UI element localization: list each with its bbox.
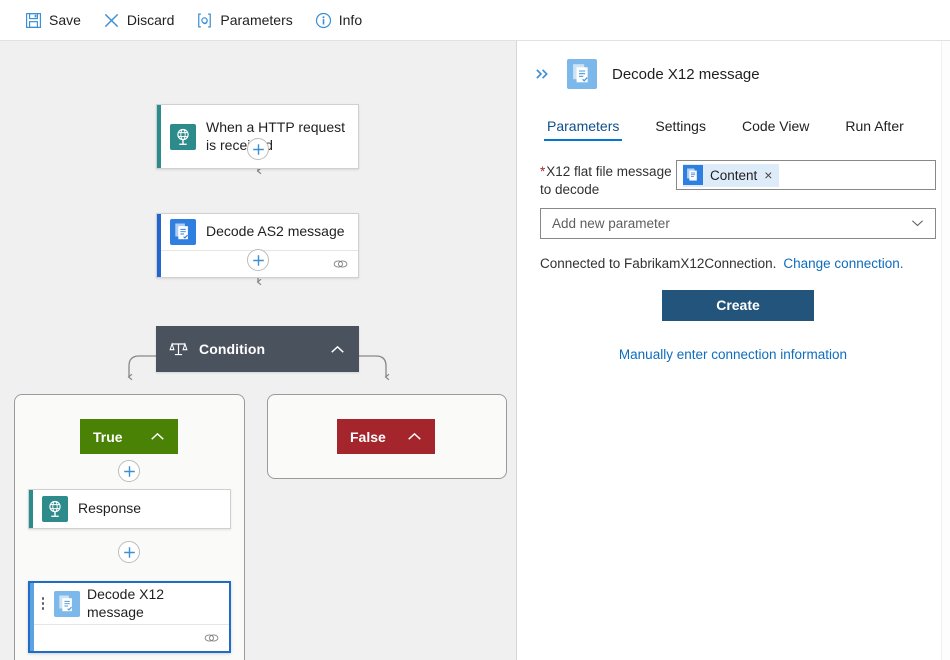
- x12-message-input[interactable]: Content ×: [676, 160, 936, 190]
- branch-label-false[interactable]: False: [337, 419, 435, 454]
- plus-icon: [123, 465, 136, 478]
- connection-status: Connected to FabrikamX12Connection. Chang…: [540, 256, 936, 271]
- add-step-button[interactable]: [118, 460, 140, 482]
- info-label: Info: [339, 12, 362, 28]
- node-header-row: Response: [33, 490, 230, 528]
- required-marker: *: [540, 164, 545, 179]
- content-token-remove-icon[interactable]: ×: [764, 168, 772, 182]
- branch-label-true[interactable]: True: [80, 419, 178, 454]
- toolbar: Save Discard Parameters Info: [0, 0, 950, 41]
- create-button-wrapper: Create: [540, 290, 936, 321]
- tab-run-after[interactable]: Run After: [842, 118, 906, 141]
- panel-title: Decode X12 message: [612, 66, 760, 83]
- logic-app-designer: Save Discard Parameters Info: [0, 0, 950, 660]
- manual-connection-link[interactable]: Manually enter connection information: [540, 347, 936, 362]
- connection-link-icon: [333, 258, 348, 270]
- add-step-button[interactable]: [118, 541, 140, 563]
- connection-link-icon: [204, 632, 219, 644]
- chevron-up-icon[interactable]: [150, 432, 165, 441]
- condition-title: Condition: [199, 341, 330, 357]
- tab-code-view[interactable]: Code View: [739, 118, 812, 141]
- response-icon: [42, 496, 68, 522]
- plus-icon: [123, 546, 136, 559]
- field-label-text: X12 flat file message to decode: [540, 164, 672, 197]
- branch-false-text: False: [350, 429, 391, 445]
- create-button[interactable]: Create: [662, 290, 814, 321]
- parameters-icon: [196, 12, 213, 29]
- node-title: Decode AS2 message: [206, 223, 345, 241]
- save-button[interactable]: Save: [14, 5, 92, 35]
- node-response[interactable]: Response: [28, 489, 231, 529]
- panel-header: Decode X12 message: [518, 41, 950, 89]
- node-title: Response: [78, 500, 141, 518]
- info-button[interactable]: Info: [304, 5, 373, 35]
- decode-x12-icon: [567, 59, 597, 89]
- collapse-panel-button[interactable]: [531, 63, 553, 85]
- condition-scale-icon: [169, 340, 188, 359]
- discard-button[interactable]: Discard: [92, 5, 185, 35]
- tab-parameters[interactable]: Parameters: [544, 118, 622, 141]
- chevron-up-icon[interactable]: [407, 432, 422, 441]
- node-header-row: Decode X12 message: [34, 583, 229, 624]
- add-new-parameter-dropdown[interactable]: Add new parameter: [540, 208, 936, 239]
- node-decode-x12-message[interactable]: Decode X12 message: [28, 581, 231, 653]
- plus-icon: [252, 143, 265, 156]
- node-overflow-menu-icon[interactable]: [40, 597, 46, 610]
- node-condition[interactable]: Condition: [156, 326, 359, 372]
- content-token-label: Content: [710, 168, 757, 183]
- parameters-label: Parameters: [220, 12, 292, 28]
- chevron-down-icon: [911, 219, 924, 227]
- plus-icon: [252, 254, 265, 267]
- decode-x12-icon: [54, 591, 80, 617]
- node-title: Decode X12 message: [87, 586, 219, 622]
- change-connection-link[interactable]: Change connection.: [783, 256, 903, 271]
- add-step-button[interactable]: [247, 249, 269, 271]
- parameters-button[interactable]: Parameters: [185, 5, 303, 35]
- x12-message-field-label: *X12 flat file message to decode: [540, 160, 676, 199]
- add-new-parameter-label: Add new parameter: [552, 216, 911, 231]
- branch-true-text: True: [93, 429, 134, 445]
- node-header-row: Decode AS2 message: [161, 214, 358, 250]
- panel-tabs: Parameters Settings Code View Run After …: [544, 111, 950, 141]
- connection-status-text: Connected to FabrikamX12Connection.: [540, 256, 776, 271]
- x12-message-field-row: *X12 flat file message to decode Content…: [540, 160, 936, 199]
- details-panel: Decode X12 message Parameters Settings C…: [518, 41, 950, 660]
- chevron-up-icon[interactable]: [330, 345, 345, 354]
- node-body: Decode X12 message: [34, 583, 229, 651]
- canvas-content: When a HTTP request is received: [0, 41, 517, 660]
- chevrons-right-icon: [535, 68, 550, 80]
- content-token-icon: [683, 165, 703, 185]
- designer-canvas[interactable]: When a HTTP request is received: [0, 41, 517, 660]
- http-request-icon: [170, 124, 196, 150]
- save-icon: [25, 12, 42, 29]
- parameters-form: *X12 flat file message to decode Content…: [518, 141, 950, 362]
- discard-icon: [103, 12, 120, 29]
- node-footer-row: [34, 624, 229, 651]
- info-icon: [315, 12, 332, 29]
- add-step-button[interactable]: [247, 138, 269, 160]
- decode-as2-icon: [170, 219, 196, 245]
- save-label: Save: [49, 12, 81, 28]
- tab-settings[interactable]: Settings: [652, 118, 709, 141]
- panel-scrollbar[interactable]: [941, 41, 950, 660]
- content-token[interactable]: Content ×: [683, 164, 779, 187]
- node-title: When a HTTP request is received: [206, 119, 348, 155]
- node-body: Response: [33, 490, 230, 528]
- discard-label: Discard: [127, 12, 174, 28]
